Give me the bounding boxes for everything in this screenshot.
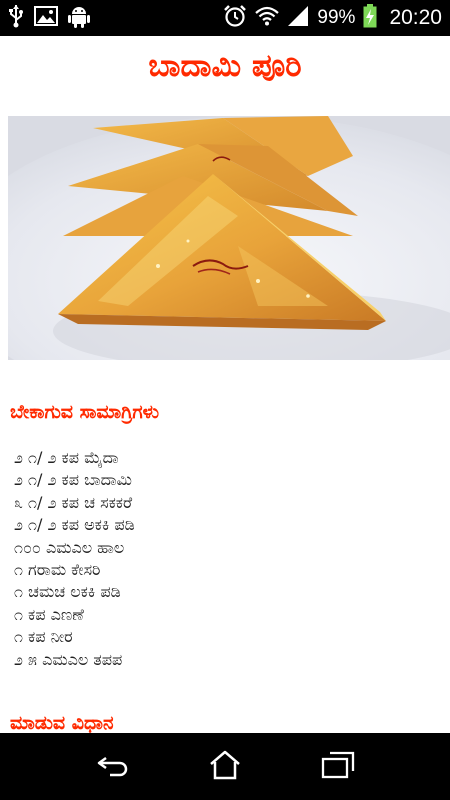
usb-icon bbox=[8, 4, 24, 32]
list-item: ೧ ಗರಾಮ ಕೇಸರಿ bbox=[14, 559, 101, 579]
recipe-content[interactable]: ಬಾದಾಮಿ ಪೂರಿ ಬೇಕಾಗುವ ಸಾಮಾಗ್ರಿಗಳು ೨ ೧/ ೨ ಕ… bbox=[0, 36, 450, 733]
list-item: ೨ ೫ ಎಮಎಲ ತಪಪ bbox=[14, 649, 123, 669]
ingredients-heading: ಬೇಕಾಗುವ ಸಾಮಾಗ್ರಿಗಳು bbox=[10, 401, 160, 423]
navigation-bar bbox=[0, 733, 450, 800]
battery-charging-icon bbox=[363, 4, 377, 32]
list-item: ೧ ಚಮಚ ಲಕಕಿ ಪಡಿ bbox=[14, 582, 121, 602]
status-bar: 99% 20:20 bbox=[0, 0, 450, 36]
list-item: ೨ ೧/ ೨ ಕಪ ಅಕಕಿ ಪಡಿ bbox=[14, 515, 135, 535]
list-item: ೧ ಕಪ ನೀರ bbox=[14, 627, 73, 647]
list-item: ೧ ಕಪ ಎಣಣೆ bbox=[14, 604, 84, 624]
recent-apps-icon bbox=[321, 751, 355, 783]
list-item: ೨ ೧/ ೨ ಕಪ ಬಾದಾಮಿ bbox=[14, 470, 132, 490]
image-icon bbox=[34, 6, 58, 30]
recipe-image bbox=[8, 116, 450, 360]
back-icon bbox=[96, 753, 130, 781]
android-icon bbox=[68, 4, 90, 32]
home-button[interactable] bbox=[203, 747, 247, 787]
page-title: ಬಾದಾಮಿ ಪೂರಿ bbox=[148, 48, 302, 84]
battery-percent: 99% bbox=[317, 7, 356, 28]
method-heading: ಮಾಡುವ ವಿಧಾನ bbox=[10, 712, 114, 733]
recent-apps-button[interactable] bbox=[316, 747, 360, 787]
signal-icon bbox=[287, 5, 309, 31]
list-item: ೩ ೧/ ೨ ಕಪ ಚ ಸಕಕರೆ bbox=[14, 492, 133, 512]
list-item: ೧೦೦ ಎಮಎಲ ಹಾಲ bbox=[14, 537, 125, 557]
ingredients-list: ೨ ೧/ ೨ ಕಪ ಮೈದಾ ೨ ೧/ ೨ ಕಪ ಬಾದಾಮಿ ೩ ೧/ ೨ ಕ… bbox=[14, 447, 135, 671]
home-icon bbox=[208, 750, 242, 784]
wifi-icon bbox=[255, 6, 280, 30]
back-button[interactable] bbox=[91, 747, 135, 787]
clock-time: 20:20 bbox=[389, 6, 442, 29]
alarm-icon bbox=[223, 4, 247, 32]
list-item: ೨ ೧/ ೨ ಕಪ ಮೈದಾ bbox=[14, 448, 119, 467]
